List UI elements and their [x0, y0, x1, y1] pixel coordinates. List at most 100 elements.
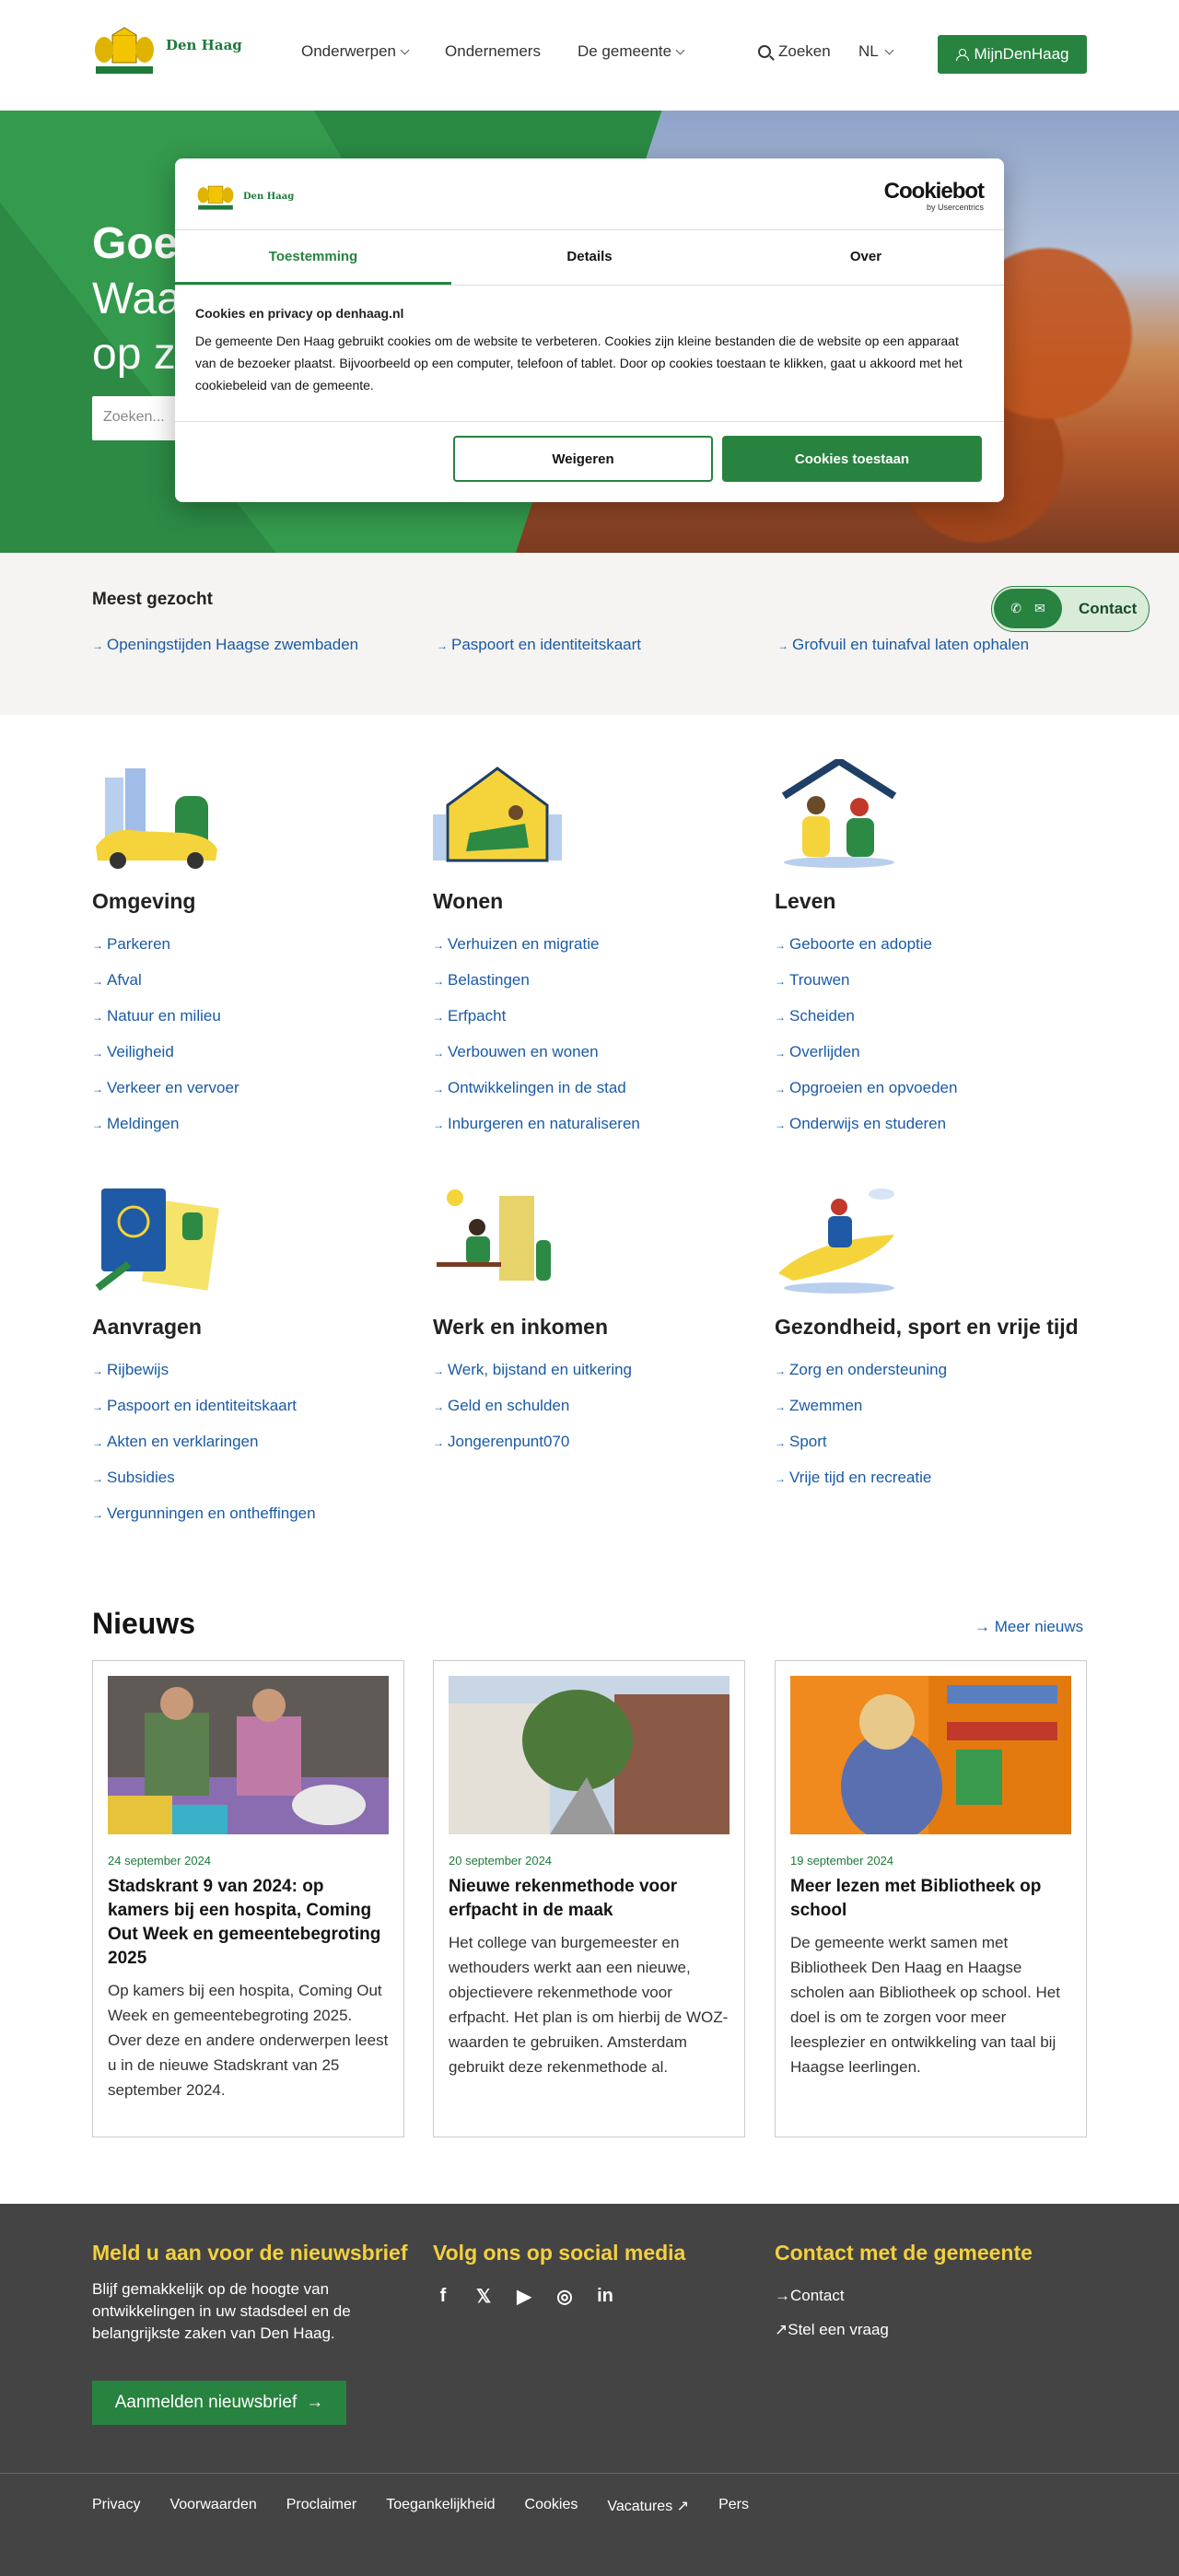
news-image	[449, 1676, 730, 1834]
arrow-right-icon: →	[433, 975, 444, 988]
news-card[interactable]: 19 september 2024 Meer lezen met Bibliot…	[775, 1660, 1087, 2137]
footer-link-pers[interactable]: Pers	[718, 2497, 749, 2515]
arrow-right-icon: →	[433, 1400, 444, 1413]
footer-contact-link[interactable]: →Contact	[775, 2278, 1033, 2313]
account-label: MijnDenHaag	[974, 45, 1069, 63]
most-searched-link[interactable]: → Grofvuil en tuinafval laten ophalen	[777, 636, 1029, 654]
arrow-right-icon: →	[433, 1436, 444, 1449]
link-label: Vergunningen en ontheffingen	[107, 1505, 316, 1522]
category-link[interactable]: → Parkeren	[92, 927, 405, 963]
link-label: Geboorte en adoptie	[789, 935, 933, 953]
category-link[interactable]: → Geld en schulden	[433, 1388, 746, 1424]
link-label: Paspoort en identiteitskaart	[107, 1397, 298, 1414]
category-link[interactable]: → Zorg en ondersteuning	[775, 1352, 1088, 1388]
category-link[interactable]: → Akten en verklaringen	[92, 1424, 405, 1460]
link-label: Erfpacht	[448, 1007, 507, 1025]
arrow-right-icon: →	[437, 639, 448, 652]
link-label: Paspoort en identiteitskaart	[451, 636, 642, 653]
language-selector[interactable]: NL	[858, 42, 894, 61]
link-label: Akten en verklaringen	[107, 1433, 259, 1450]
linkedin-icon[interactable]: in	[595, 2286, 615, 2306]
newsletter-signup-button[interactable]: Aanmelden nieuwsbrief →	[92, 2381, 346, 2425]
nav-ondernemers[interactable]: Ondernemers	[445, 42, 541, 61]
arrow-right-icon: →	[433, 1011, 444, 1024]
category-link[interactable]: → Sport	[775, 1424, 1088, 1460]
link-label: Meldingen	[107, 1115, 180, 1132]
category-link[interactable]: → Onderwijs en studeren	[775, 1107, 1088, 1142]
facebook-icon[interactable]: f	[433, 2286, 453, 2306]
cookiebot-wordmark: Cookiebot	[883, 179, 985, 204]
footer-heading: Contact met de gemeente	[775, 2241, 1033, 2265]
tab-toestemming[interactable]: Toestemming	[175, 230, 451, 285]
category-link[interactable]: → Veiligheid	[92, 1035, 405, 1071]
decline-button[interactable]: Weigeren	[453, 436, 713, 482]
category-link[interactable]: → Subsidies	[92, 1460, 405, 1496]
category-link[interactable]: → Scheiden	[775, 999, 1088, 1035]
link-label: Afval	[107, 971, 142, 989]
category-link[interactable]: → Jongerenpunt070	[433, 1424, 746, 1460]
category-link[interactable]: → Inburgeren en naturaliseren	[433, 1107, 746, 1142]
more-news-link[interactable]: → Meer nieuws	[975, 1618, 1083, 1636]
category-link[interactable]: → Afval	[92, 963, 405, 999]
most-searched-link[interactable]: → Paspoort en identiteitskaart	[437, 636, 641, 654]
category-link[interactable]: → Verhuizen en migratie	[433, 927, 746, 963]
dialog-body: Cookies en privacy op denhaag.nl De geme…	[175, 286, 1004, 422]
dialog-logo: Den Haag	[195, 181, 294, 212]
category-link[interactable]: → Belastingen	[433, 963, 746, 999]
arrow-right-icon: →	[775, 939, 786, 952]
mijndenhaag-button[interactable]: MijnDenHaag	[938, 35, 1087, 74]
external-link-icon: ↗	[775, 2321, 788, 2338]
tab-details[interactable]: Details	[451, 230, 728, 285]
category-link[interactable]: → Paspoort en identiteitskaart	[92, 1388, 405, 1424]
category-link[interactable]: → Rijbewijs	[92, 1352, 405, 1388]
category-link[interactable]: → Opgroeien en opvoeden	[775, 1071, 1088, 1107]
youtube-icon[interactable]: ▶	[514, 2286, 534, 2307]
footer-link-toegankelijkheid[interactable]: Toegankelijkheid	[386, 2497, 495, 2515]
link-label: Natuur en milieu	[107, 1007, 221, 1025]
category-link[interactable]: → Werk, bijstand en uitkering	[433, 1352, 746, 1388]
arrow-right-icon: →	[433, 939, 444, 952]
x-twitter-icon[interactable]: 𝕏	[473, 2286, 494, 2307]
news-card[interactable]: 24 september 2024 Stadskrant 9 van 2024:…	[92, 1660, 404, 2137]
footer-link-voorwaarden[interactable]: Voorwaarden	[169, 2497, 256, 2515]
category-link[interactable]: → Vrije tijd en recreatie	[775, 1460, 1088, 1496]
category-link[interactable]: → Natuur en milieu	[92, 999, 405, 1035]
footer-link-cookies[interactable]: Cookies	[525, 2497, 578, 2515]
site-logo[interactable]: Den Haag	[92, 26, 242, 77]
tab-over[interactable]: Over	[728, 230, 1004, 285]
category-link[interactable]: → Ontwikkelingen in de stad	[433, 1071, 746, 1107]
category-link[interactable]: → Geboorte en adoptie	[775, 927, 1088, 963]
instagram-icon[interactable]: ◎	[554, 2286, 575, 2307]
footer-link-vacatures[interactable]: Vacatures ↗	[607, 2497, 689, 2515]
phone-icon: ✆	[1010, 601, 1021, 615]
category-link[interactable]: → Verkeer en vervoer	[92, 1071, 405, 1107]
arrow-right-icon: →	[92, 939, 103, 952]
link-label: Parkeren	[107, 935, 170, 953]
section-title: Meest gezocht	[92, 590, 213, 609]
news-card[interactable]: 20 september 2024 Nieuwe rekenmethode vo…	[433, 1660, 745, 2137]
category-link[interactable]: → Erfpacht	[433, 999, 746, 1035]
category-link[interactable]: → Overlijden	[775, 1035, 1088, 1071]
category-link[interactable]: → Meldingen	[92, 1107, 405, 1142]
footer-link-privacy[interactable]: Privacy	[92, 2497, 140, 2515]
arrow-right-icon: →	[775, 975, 786, 988]
category-links: → Werk, bijstand en uitkering → Geld en sc…	[433, 1352, 746, 1460]
contact-floating-button[interactable]: ✆ ✉ Contact	[991, 586, 1150, 632]
link-label: Verbouwen en wonen	[448, 1043, 599, 1060]
nav-onderwerpen[interactable]: Onderwerpen	[301, 42, 410, 61]
main-nav: Onderwerpen Ondernemers De gemeente	[301, 42, 685, 61]
category-link[interactable]: → Trouwen	[775, 963, 1088, 999]
category-link[interactable]: → Verbouwen en wonen	[433, 1035, 746, 1071]
category-links: → Rijbewijs → Paspoort en identiteitskaart…	[92, 1352, 405, 1532]
footer-link-proclaimer[interactable]: Proclaimer	[286, 2497, 356, 2515]
search-button[interactable]: Zoeken	[758, 42, 831, 61]
nav-de-gemeente[interactable]: De gemeente	[578, 42, 685, 61]
most-searched-link[interactable]: → Openingstijden Haagse zwembaden	[92, 636, 358, 654]
footer-ask-question-link[interactable]: ↗Stel een vraag	[775, 2313, 1033, 2347]
news-title: Meer lezen met Bibliotheek op school	[790, 1877, 1042, 1920]
category-link[interactable]: → Zwemmen	[775, 1388, 1088, 1424]
arrow-right-icon: →	[433, 1364, 444, 1377]
accept-cookies-button[interactable]: Cookies toestaan	[722, 436, 982, 482]
category-link[interactable]: → Vergunningen en ontheffingen	[92, 1496, 405, 1532]
contact-label: Contact	[1079, 600, 1138, 617]
